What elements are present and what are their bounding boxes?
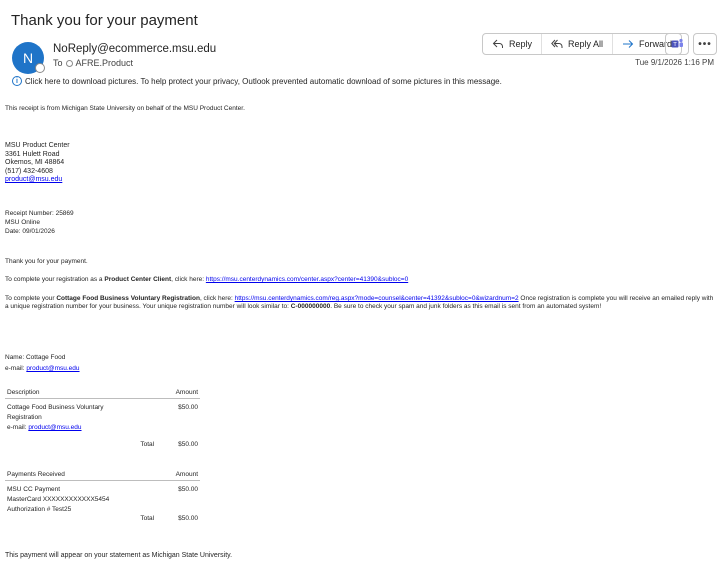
- table-row: Cottage Food Business Voluntary Registra…: [5, 403, 200, 433]
- to-recipient[interactable]: AFRE.Product: [76, 58, 134, 68]
- payment-card: MasterCard XXXXXXXXXXXX5454: [7, 496, 110, 503]
- payment-method: MSU CC Payment: [7, 486, 61, 493]
- receipt-channel: MSU Online: [5, 219, 41, 226]
- receipt-number: Receipt Number: 25869: [5, 210, 74, 217]
- reg1-pre: To complete your registration as a: [5, 276, 105, 283]
- item-amount: $50.00: [178, 404, 198, 411]
- reply-button[interactable]: Reply: [483, 34, 543, 54]
- presence-status-icon: [35, 63, 45, 73]
- item-email-label: e-mail:: [7, 424, 29, 431]
- address-city: Okemos, MI 48864: [5, 159, 65, 166]
- reg2-pre: To complete your: [5, 295, 57, 302]
- reply-label: Reply: [509, 39, 533, 49]
- teams-button[interactable]: T: [665, 33, 689, 55]
- payments-total-row: Total $50.00: [5, 515, 200, 522]
- reg1-bold: Product Center Client: [104, 276, 172, 283]
- reg2-bold: Cottage Food Business Voluntary Registra…: [56, 295, 200, 302]
- recipient-line: To AFRE.Product: [53, 58, 133, 68]
- forward-icon: [623, 40, 634, 48]
- contact-email-link[interactable]: product@msu.edu: [26, 365, 79, 372]
- email-subject: Thank you for your payment: [11, 12, 198, 29]
- payments-col-amount: Amount: [175, 471, 198, 478]
- items-total-label: Total: [140, 441, 155, 448]
- items-col-amount: Amount: [175, 389, 198, 396]
- table-row: MSU CC Payment MasterCard XXXXXXXXXXXX54…: [5, 485, 200, 515]
- info-icon: i: [12, 76, 22, 86]
- avatar-letter: N: [22, 50, 34, 66]
- address-phone: (517) 432-4608: [5, 167, 53, 175]
- items-total-row: Total $50.00: [5, 441, 200, 448]
- contact-email-label: e-mail:: [5, 365, 27, 372]
- client-registration-text: To complete your registration as a Produ…: [5, 276, 408, 284]
- reply-all-icon: [551, 39, 563, 48]
- payment-authorization: Authorization # Test25: [7, 506, 72, 513]
- intro-text: This receipt is from Michigan State Univ…: [5, 105, 245, 112]
- statement-footer-text: This payment will appear on your stateme…: [5, 552, 233, 559]
- to-label: To: [53, 58, 63, 68]
- reg2-sample: C-000000000: [290, 303, 331, 310]
- receipt-date: Date: 09/01/2026: [5, 228, 55, 235]
- download-pictures-text: Click here to download pictures. To help…: [25, 76, 502, 86]
- items-total-amount: $50.00: [178, 441, 198, 448]
- cottage-registration-text: To complete your Cottage Food Business V…: [5, 295, 717, 311]
- teams-icon: T: [671, 38, 683, 48]
- items-col-description: Description: [7, 389, 40, 396]
- address-org: MSU Product Center: [5, 142, 70, 149]
- items-table-header: Description Amount: [5, 389, 200, 399]
- receipt-block: Receipt Number: 25869 MSU Online Date: 0…: [5, 209, 74, 236]
- payments-table-header: Payments Received Amount: [5, 471, 200, 481]
- address-block: MSU Product Center 3361 Hulett Road Okem…: [5, 142, 70, 185]
- more-actions-button[interactable]: •••: [693, 33, 717, 55]
- received-datetime: Tue 9/1/2026 1:16 PM: [635, 58, 714, 67]
- client-registration-link[interactable]: https://msu.centerdynamics.com/center.as…: [206, 276, 408, 283]
- payments-total-amount: $50.00: [178, 515, 198, 522]
- reply-all-label: Reply All: [568, 39, 604, 49]
- items-table: Description Amount Cottage Food Business…: [5, 389, 200, 448]
- thanks-text: Thank you for your payment.: [5, 258, 88, 265]
- cottage-registration-link[interactable]: https://msu.centerdynamics.com/reg.aspx?…: [235, 295, 519, 302]
- payment-amount: $50.00: [178, 486, 198, 493]
- recipient-status-icon: [65, 59, 73, 67]
- reply-icon: [492, 39, 503, 48]
- payments-total-label: Total: [140, 515, 155, 522]
- reg1-mid: , click here:: [171, 276, 206, 283]
- reg2-tail: . Be sure to check your spam and junk fo…: [330, 303, 602, 310]
- reply-all-button[interactable]: Reply All: [542, 34, 614, 54]
- address-street: 3361 Hulett Road: [5, 150, 60, 158]
- address-email-link[interactable]: product@msu.edu: [5, 176, 70, 185]
- svg-text:T: T: [672, 42, 677, 48]
- sender-address[interactable]: NoReply@ecommerce.msu.edu: [53, 43, 216, 55]
- payments-col-description: Payments Received: [7, 471, 65, 478]
- item-email-link[interactable]: product@msu.edu: [28, 424, 81, 431]
- contact-name: Name: Cottage Food: [5, 354, 66, 361]
- reg2-mid: , click here:: [199, 295, 235, 302]
- download-pictures-bar[interactable]: i Click here to download pictures. To he…: [12, 76, 502, 86]
- payments-table: Payments Received Amount MSU CC Payment …: [5, 471, 200, 522]
- item-description: Cottage Food Business Voluntary Registra…: [7, 404, 104, 421]
- message-actions: Reply Reply All Forward: [482, 33, 683, 55]
- contact-block: Name: Cottage Food e-mail: product@msu.e…: [5, 352, 80, 374]
